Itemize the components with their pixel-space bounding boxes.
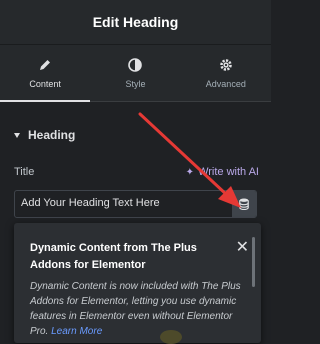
annotation-arrow (138, 112, 241, 208)
